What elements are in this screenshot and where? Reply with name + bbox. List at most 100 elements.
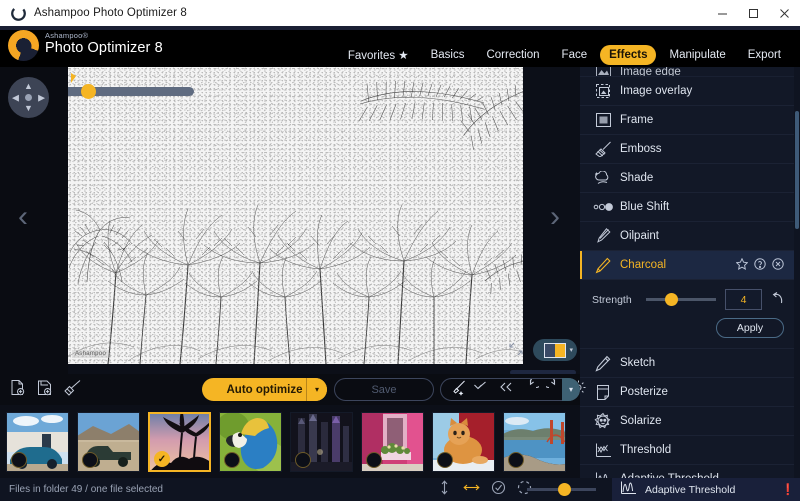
- add-folder-icon[interactable]: [36, 379, 54, 402]
- nav-tab-favorites[interactable]: Favorites ★: [339, 44, 418, 66]
- filmstrip: ✓: [0, 405, 580, 478]
- sidebar-item-label: Image edge: [620, 67, 681, 77]
- pan-navigation-pad[interactable]: ▲ ▼ ◀ ▶: [8, 77, 49, 118]
- filmstrip-thumbnail[interactable]: [6, 412, 69, 472]
- previous-image-button[interactable]: ‹: [18, 200, 28, 234]
- fit-to-window-icon[interactable]: [508, 341, 524, 360]
- open-file-icon[interactable]: [9, 379, 27, 402]
- strength-slider[interactable]: [646, 298, 716, 301]
- sidebar-item-emboss[interactable]: Emboss: [580, 135, 794, 164]
- sidebar-item-sketch[interactable]: Sketch: [580, 349, 794, 378]
- undo-all-icon[interactable]: [497, 379, 515, 400]
- zoom-marker-icon: [71, 73, 76, 83]
- favorite-star-icon[interactable]: [736, 258, 748, 273]
- current-effect-label: Adaptive Threshold: [645, 484, 735, 496]
- window-controls: [707, 0, 800, 26]
- sidebar-scrollbar-track[interactable]: [794, 67, 800, 478]
- reset-arrow-icon[interactable]: [769, 291, 784, 309]
- frame-icon: [592, 112, 614, 128]
- sidebar-item-image-overlay[interactable]: Image overlay: [580, 77, 794, 106]
- file-action-icons: [9, 379, 82, 402]
- help-question-icon[interactable]: [754, 258, 766, 273]
- sidebar-item-threshold[interactable]: Threshold: [580, 436, 794, 465]
- status-bar: Files in folder 49 / one file selected A…: [0, 478, 800, 501]
- thumbnail-size-slider[interactable]: [527, 488, 596, 491]
- edit-tools-group: [440, 378, 580, 401]
- thumbnail-selection-badge[interactable]: [366, 452, 382, 468]
- sidebar-item-shade[interactable]: Shade: [580, 164, 794, 193]
- strength-value-input[interactable]: 4: [725, 289, 762, 310]
- flip-vertical-icon[interactable]: [437, 480, 452, 500]
- filmstrip-thumbnail[interactable]: [290, 412, 353, 472]
- next-image-button[interactable]: ›: [550, 200, 560, 234]
- sidebar-item-label: Frame: [620, 114, 653, 126]
- nav-tab-export[interactable]: Export: [739, 45, 790, 65]
- sidebar-item-image-edge[interactable]: Image edge: [580, 67, 794, 77]
- nav-tab-effects[interactable]: Effects: [600, 45, 656, 65]
- pan-up-icon[interactable]: ▲: [24, 82, 33, 91]
- flip-horizontal-icon[interactable]: [463, 480, 480, 500]
- thumbnail-selection-badge[interactable]: [508, 452, 524, 468]
- filmstrip-thumbnail[interactable]: [361, 412, 424, 472]
- check-circle-icon[interactable]: [491, 480, 506, 500]
- sidebar-item-charcoal[interactable]: Charcoal: [580, 251, 794, 280]
- posterize-icon: [592, 384, 614, 401]
- thumbnail-selection-badge[interactable]: [437, 452, 453, 468]
- pan-center-dot[interactable]: [25, 94, 32, 101]
- sidebar-scrollbar-thumb[interactable]: [795, 111, 799, 229]
- nav-tab-basics[interactable]: Basics: [422, 45, 474, 65]
- shade-icon: [592, 171, 614, 186]
- thumbnail-selection-badge[interactable]: [295, 452, 311, 468]
- ashampoo-ring-icon: [7, 2, 29, 24]
- thumbnail-selection-badge[interactable]: [11, 452, 27, 468]
- zoom-slider[interactable]: [68, 87, 194, 96]
- sidebar-item-label: Charcoal: [620, 259, 666, 271]
- thumbnail-selection-badge[interactable]: [82, 452, 98, 468]
- magic-wand-icon[interactable]: [450, 379, 467, 401]
- save-button[interactable]: Save: [334, 378, 434, 401]
- strength-slider-knob[interactable]: [665, 293, 678, 306]
- sidebar-item-label: Blue Shift: [620, 201, 669, 213]
- sidebar-item-adaptive-threshold[interactable]: Adaptive Threshold: [580, 465, 794, 478]
- filmstrip-thumbnail[interactable]: [432, 412, 495, 472]
- sidebar-item-oilpaint[interactable]: Oilpaint: [580, 222, 794, 251]
- filmstrip-thumbnail[interactable]: [503, 412, 566, 472]
- edited-photo-charcoal-palms[interactable]: Ashampoo: [68, 67, 523, 364]
- nav-tab-manipulate[interactable]: Manipulate: [660, 45, 734, 65]
- zoom-slider-knob[interactable]: [81, 84, 96, 99]
- rotate-right-icon[interactable]: [546, 379, 563, 401]
- pan-down-icon[interactable]: ▼: [24, 104, 33, 113]
- thumbnail-size-knob[interactable]: [558, 483, 571, 496]
- current-effect-indicator[interactable]: Adaptive Threshold ❗: [612, 478, 800, 501]
- auto-optimize-dropdown[interactable]: ▾: [306, 378, 327, 401]
- minimize-button[interactable]: [707, 0, 738, 26]
- undo-icon[interactable]: [474, 379, 490, 400]
- pan-left-icon[interactable]: ◀: [12, 93, 19, 102]
- effects-list: Image edgeImage overlay Frame EmbossShade B…: [580, 67, 794, 478]
- pan-right-icon[interactable]: ▶: [38, 93, 45, 102]
- filmstrip-thumbnail[interactable]: [77, 412, 140, 472]
- thumbnail-selection-badge[interactable]: ✓: [154, 451, 170, 467]
- sidebar-item-frame[interactable]: Frame: [580, 106, 794, 135]
- filmstrip-thumbnail-selected[interactable]: ✓: [148, 412, 211, 472]
- compare-caret-icon[interactable]: ▾: [569, 346, 573, 354]
- title-bar: Ashampoo Photo Optimizer 8: [0, 0, 800, 26]
- sidebar-item-posterize[interactable]: Posterize: [580, 378, 794, 407]
- status-text: Files in folder 49 / one file selected: [9, 484, 163, 495]
- before-after-compare-icon[interactable]: ▾: [533, 339, 577, 361]
- sketch-pencil-icon: [592, 355, 614, 372]
- remove-close-icon[interactable]: [772, 258, 784, 273]
- clear-brush-icon[interactable]: [63, 379, 82, 402]
- maximize-button[interactable]: [738, 0, 769, 26]
- thumbnail-selection-badge[interactable]: [224, 452, 240, 468]
- alert-icon[interactable]: ❗: [781, 483, 795, 496]
- sidebar-item-solarize[interactable]: Solarize: [580, 407, 794, 436]
- image-canvas[interactable]: Ashampoo: [68, 67, 580, 367]
- rotate-left-icon[interactable]: [522, 379, 539, 401]
- nav-tab-correction[interactable]: Correction: [477, 45, 548, 65]
- nav-tab-face[interactable]: Face: [553, 45, 597, 65]
- apply-button[interactable]: Apply: [716, 318, 784, 338]
- close-button[interactable]: [769, 0, 800, 26]
- filmstrip-thumbnail[interactable]: [219, 412, 282, 472]
- sidebar-item-blue-shift[interactable]: Blue Shift: [580, 193, 794, 222]
